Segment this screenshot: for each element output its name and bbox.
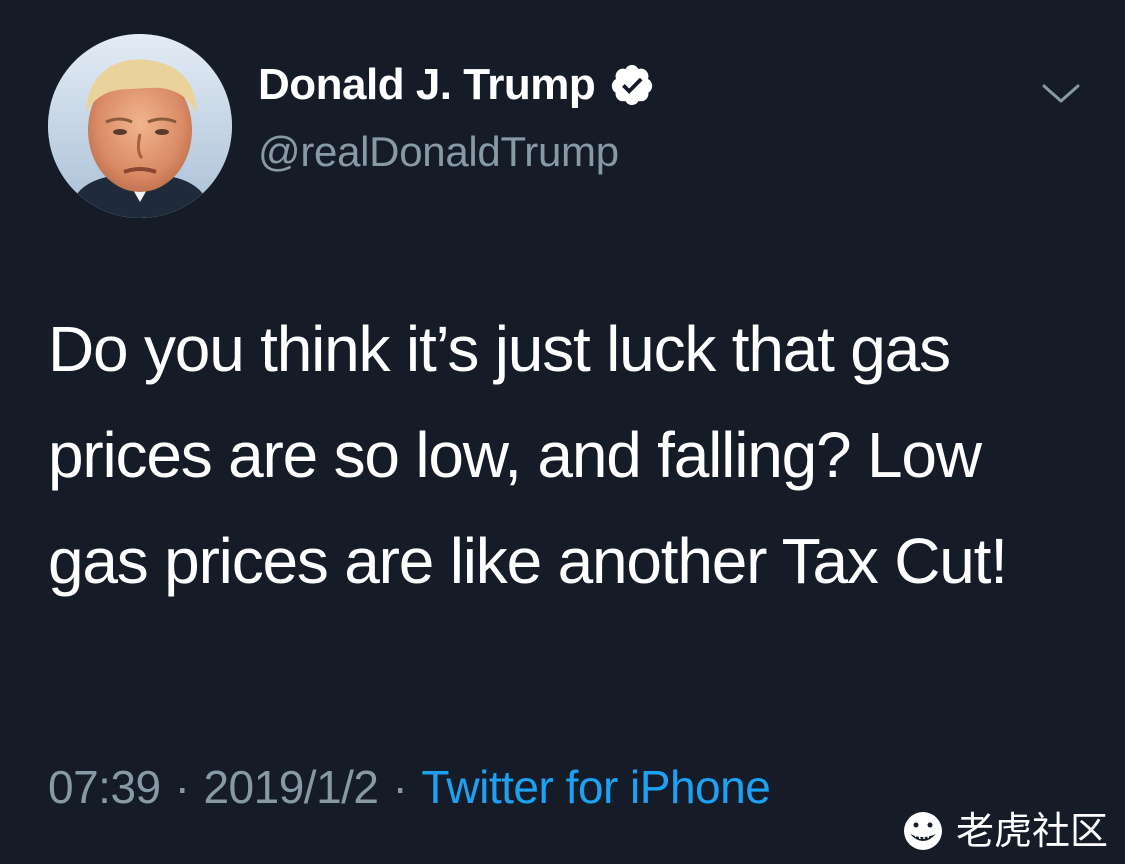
author-name-row[interactable]: Donald J. Trump [258, 62, 655, 108]
tweet-date[interactable]: 2019/1/2 [203, 761, 379, 813]
tweet-metadata: 07:39 · 2019/1/2 · Twitter for iPhone [48, 761, 771, 813]
tweet-detail: Donald J. Trump @realDonaldTrump Do you … [0, 0, 1125, 864]
watermark: 老虎社区 [900, 808, 1108, 854]
meta-separator: · [392, 761, 408, 813]
tweet-text: Do you think it’s just luck that gas pri… [48, 313, 1008, 597]
verified-badge-icon [609, 62, 655, 108]
avatar[interactable] [48, 34, 232, 218]
watermark-text: 老虎社区 [956, 809, 1109, 853]
author-display-name[interactable]: Donald J. Trump [258, 63, 596, 107]
meta-separator: · [174, 761, 190, 813]
avatar-image [48, 34, 232, 218]
tiger-logo-icon [900, 808, 946, 854]
tweet-time[interactable]: 07:39 [48, 761, 161, 813]
tweet-source-link[interactable]: Twitter for iPhone [421, 761, 770, 813]
chevron-down-icon[interactable] [1038, 78, 1084, 108]
author-handle[interactable]: @realDonaldTrump [258, 131, 619, 173]
